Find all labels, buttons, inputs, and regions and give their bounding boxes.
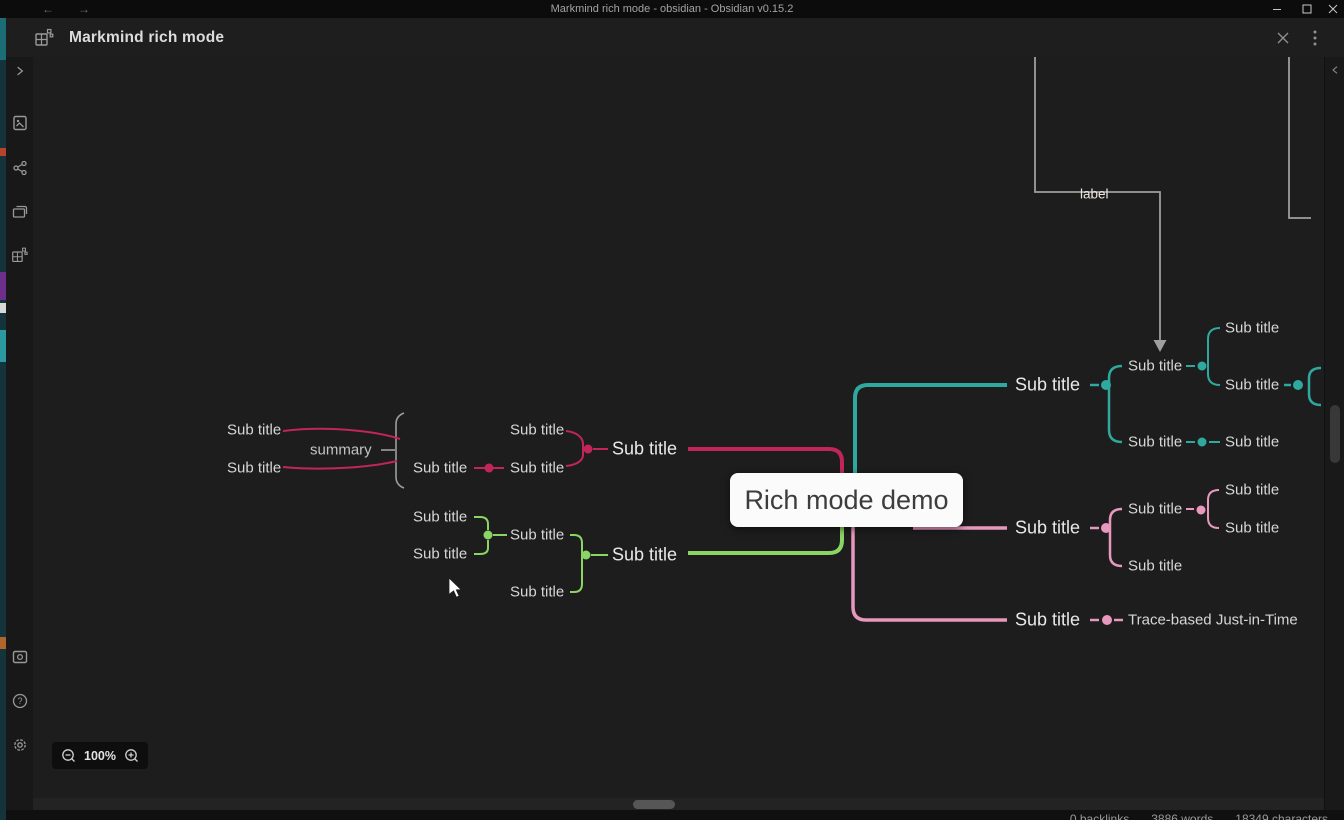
ribbon-cards-button[interactable] bbox=[11, 203, 29, 221]
titlebar: ← → Markmind rich mode - obsidian - Obsi… bbox=[0, 0, 1344, 18]
status-item: 18349 characters bbox=[1235, 812, 1328, 820]
graph-icon bbox=[13, 160, 27, 176]
zoom-control: 100% bbox=[52, 742, 148, 769]
view-title: Markmind rich mode bbox=[69, 28, 225, 46]
zoom-out-icon bbox=[62, 749, 75, 762]
mindmap-root-node[interactable]: Rich mode demo bbox=[730, 473, 963, 527]
obsidian-window: ← → Markmind rich mode - obsidian - Obsi… bbox=[0, 0, 1344, 820]
image-note-icon bbox=[13, 115, 27, 131]
ribbon-image-note-button[interactable] bbox=[11, 114, 29, 132]
mindmap-node[interactable]: Sub title bbox=[1128, 434, 1182, 451]
status-item: 0 backlinks bbox=[1069, 812, 1130, 820]
zoom-in-button[interactable] bbox=[124, 748, 139, 763]
minimize-icon bbox=[1273, 9, 1281, 10]
chevron-right-icon bbox=[17, 66, 24, 76]
mindmap-node[interactable]: Sub title bbox=[227, 422, 281, 439]
horizontal-scrollbar-thumb[interactable] bbox=[633, 800, 675, 809]
mindmap-node[interactable]: Sub title bbox=[1225, 520, 1279, 537]
minimize-button[interactable] bbox=[1262, 0, 1292, 18]
mindmap-node[interactable]: Sub title bbox=[1225, 482, 1279, 499]
view-header: Markmind rich mode bbox=[6, 18, 1344, 60]
ribbon-markmind-button[interactable] bbox=[11, 246, 29, 264]
status-item: 3886 words bbox=[1151, 812, 1214, 820]
vertical-scrollbar-thumb[interactable] bbox=[1330, 405, 1340, 463]
mindmap-node[interactable]: Sub title bbox=[1225, 320, 1279, 337]
more-options-icon[interactable] bbox=[1312, 29, 1318, 47]
mindmap-node[interactable]: Sub title bbox=[1015, 375, 1080, 396]
chevron-left-icon bbox=[1332, 66, 1338, 74]
left-ribbon: ? bbox=[6, 57, 33, 812]
mindmap-summary-label[interactable]: summary bbox=[310, 442, 372, 459]
svg-text:?: ? bbox=[17, 696, 22, 706]
mindmap-node[interactable]: Sub title bbox=[1225, 377, 1279, 394]
mindmap-node[interactable]: Sub title bbox=[1015, 518, 1080, 539]
mindmap-node[interactable]: Sub title bbox=[510, 422, 564, 439]
zoom-in-icon bbox=[125, 749, 138, 762]
markmind-icon bbox=[34, 27, 55, 48]
mindmap-node[interactable]: Sub title bbox=[510, 527, 564, 544]
mindmap-edge-label[interactable]: label bbox=[1080, 187, 1109, 202]
settings-button[interactable] bbox=[11, 736, 29, 754]
mindmap-node[interactable]: Sub title bbox=[1225, 434, 1279, 451]
mindmap-node[interactable]: Sub title bbox=[1128, 358, 1182, 375]
close-window-button[interactable] bbox=[1318, 0, 1344, 18]
status-bar: 0 backlinks 3886 words 18349 characters bbox=[6, 810, 1344, 820]
help-icon: ? bbox=[12, 693, 28, 709]
cards-icon bbox=[12, 205, 28, 218]
right-rail bbox=[1324, 57, 1344, 812]
mindmap-node[interactable]: Sub title bbox=[1015, 610, 1080, 631]
mindmap-node-layer: Sub title Sub title summary Sub title Sub ti… bbox=[33, 57, 1324, 812]
mindmap-node[interactable]: Sub title bbox=[612, 545, 677, 566]
expand-right-sidebar-button[interactable] bbox=[1329, 63, 1341, 77]
gear-icon bbox=[14, 739, 26, 751]
vault-switcher-button[interactable] bbox=[11, 648, 29, 666]
mindmap-node[interactable]: Sub title bbox=[510, 460, 564, 477]
ribbon-graph-button[interactable] bbox=[11, 159, 29, 177]
mindmap-node[interactable]: Sub title bbox=[413, 546, 467, 563]
close-pane-icon[interactable] bbox=[1276, 31, 1290, 45]
maximize-icon bbox=[1302, 4, 1312, 14]
mindmap-node[interactable]: Sub title bbox=[413, 460, 467, 477]
mindmap-node[interactable]: Sub title bbox=[1128, 501, 1182, 518]
grid-dots-icon bbox=[12, 247, 28, 263]
expand-sidebar-button[interactable] bbox=[11, 62, 29, 80]
mindmap-node[interactable]: Sub title bbox=[1128, 558, 1182, 575]
mindmap-node[interactable]: Sub title bbox=[413, 509, 467, 526]
mindmap-node[interactable]: Sub title bbox=[227, 460, 281, 477]
mindmap-node[interactable]: Sub title bbox=[612, 439, 677, 460]
help-button[interactable]: ? bbox=[11, 692, 29, 710]
window-title: Markmind rich mode - obsidian - Obsidian… bbox=[550, 3, 794, 15]
mindmap-node[interactable]: Sub title bbox=[510, 584, 564, 601]
mindmap-node[interactable]: Trace-based Just-in-Time bbox=[1128, 612, 1298, 629]
close-icon bbox=[1328, 4, 1338, 14]
vault-icon bbox=[12, 650, 28, 664]
mindmap-canvas[interactable]: Sub title Sub title summary Sub title Sub ti… bbox=[33, 57, 1324, 812]
zoom-out-button[interactable] bbox=[61, 748, 76, 763]
zoom-level: 100% bbox=[84, 748, 116, 763]
